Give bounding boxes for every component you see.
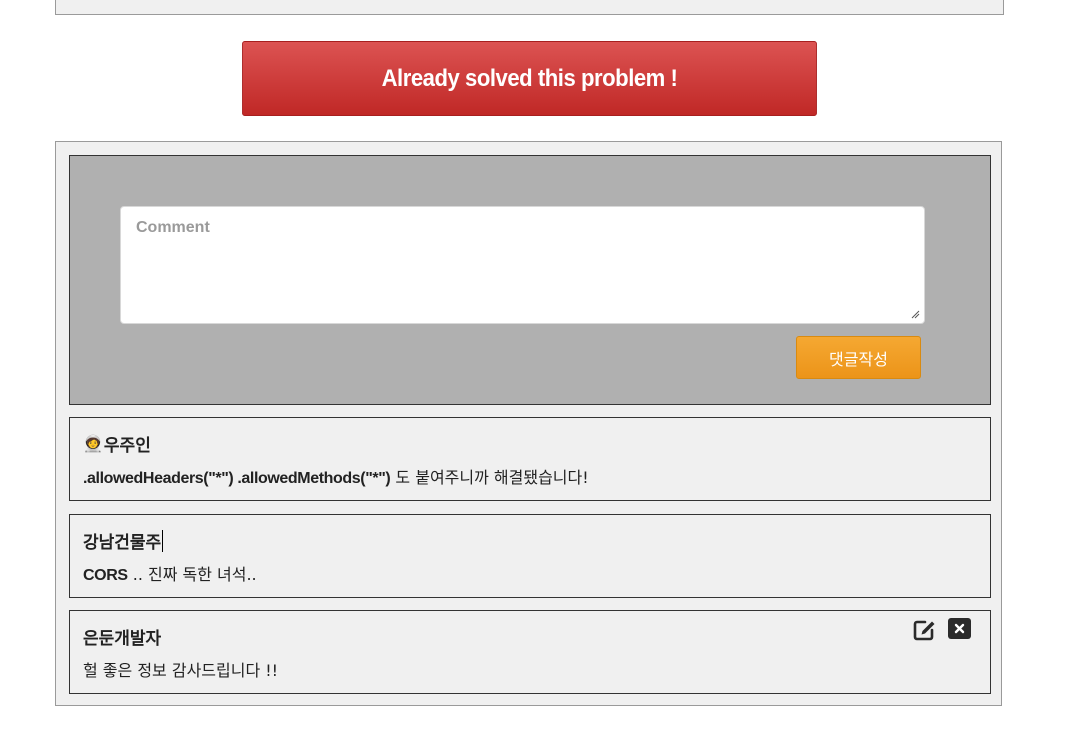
comment-author: 강남건물주 bbox=[83, 528, 164, 553]
comment-text: .. 진짜 독한 녀석.. bbox=[127, 565, 257, 584]
previous-panel bbox=[55, 0, 1004, 15]
comment-input[interactable] bbox=[120, 206, 925, 324]
text-cursor bbox=[162, 529, 164, 552]
delete-icon[interactable] bbox=[948, 618, 971, 639]
comment-item: 🧑‍🚀 우주인 .allowedHeaders("*") .allowedMet… bbox=[69, 417, 991, 501]
author-name: 강남건물주 bbox=[83, 533, 162, 553]
comment-author: 🧑‍🚀 우주인 bbox=[83, 431, 151, 456]
comment-text: 도 붙여주니까 해결됐습니다! bbox=[390, 468, 589, 487]
already-solved-button[interactable]: Already solved this problem ! bbox=[242, 41, 817, 116]
author-name: 은둔개발자 bbox=[83, 629, 162, 649]
comment-code-text: CORS bbox=[83, 567, 128, 584]
comment-section: 댓글작성 🧑‍🚀 우주인 .allowedHeaders("*") .allow… bbox=[55, 141, 1002, 706]
comment-write-box: 댓글작성 bbox=[69, 155, 991, 405]
comment-content: 헐 좋은 정보 감사드립니다 !! bbox=[83, 657, 278, 681]
author-name: 우주인 bbox=[103, 436, 151, 456]
resize-grip-icon[interactable] bbox=[910, 309, 920, 319]
comment-item: 강남건물주 CORS .. 진짜 독한 녀석.. bbox=[69, 514, 991, 598]
comment-code-text: .allowedHeaders("*") .allowedMethods("*"… bbox=[83, 470, 391, 487]
comment-content: .allowedHeaders("*") .allowedMethods("*"… bbox=[83, 464, 589, 488]
comment-text: 헐 좋은 정보 감사드립니다 !! bbox=[83, 661, 279, 680]
astronaut-icon: 🧑‍🚀 bbox=[83, 434, 103, 453]
edit-icon[interactable] bbox=[913, 619, 937, 641]
comment-content: CORS .. 진짜 독한 녀석.. bbox=[83, 561, 257, 585]
comment-author: 은둔개발자 bbox=[83, 624, 161, 649]
submit-comment-button[interactable]: 댓글작성 bbox=[796, 336, 921, 379]
comment-item: 은둔개발자 헐 좋은 정보 감사드립니다 !! bbox=[69, 610, 991, 694]
